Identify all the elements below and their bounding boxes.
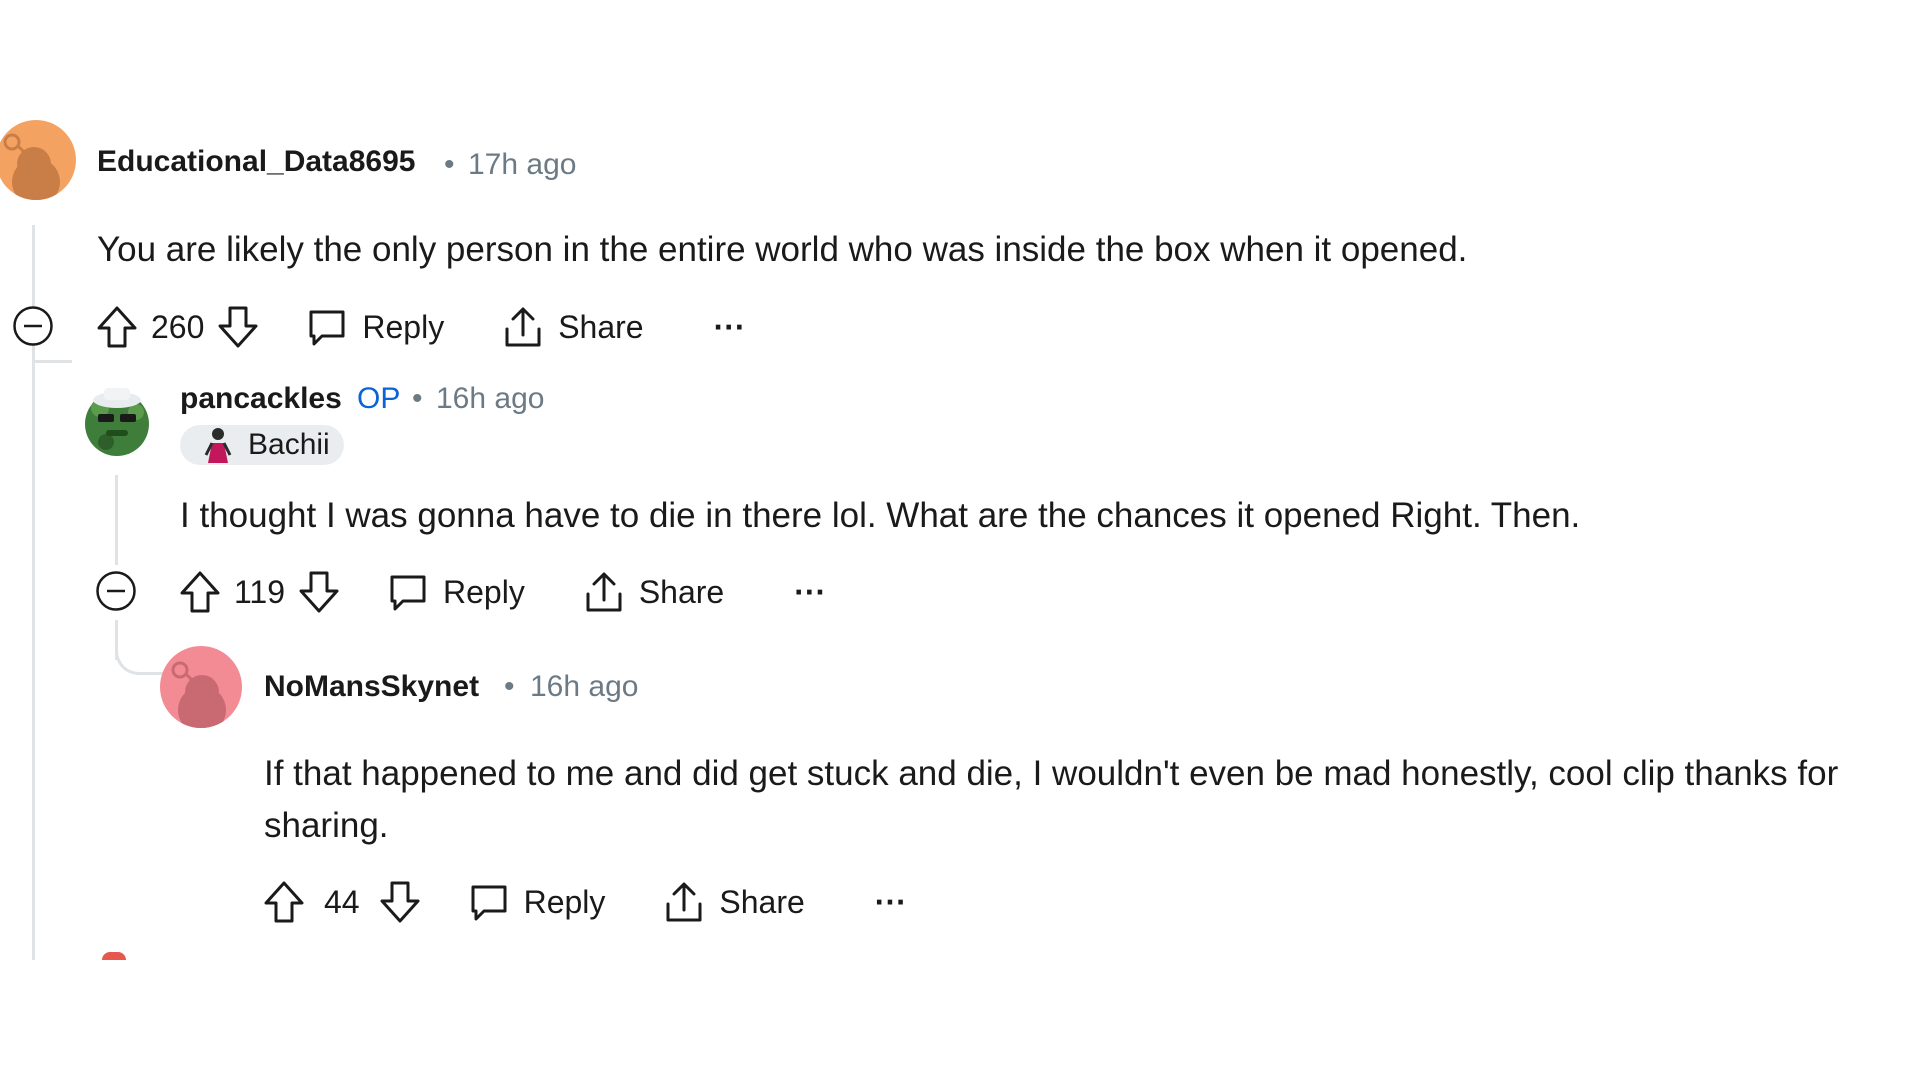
share-icon — [666, 882, 702, 922]
separator-dot: • — [444, 148, 455, 181]
downvote-icon[interactable] — [297, 569, 341, 615]
collapse-button[interactable] — [12, 305, 54, 347]
more-options-button[interactable]: ··· — [794, 574, 826, 611]
more-dots-icon: ··· — [713, 308, 746, 345]
timestamp[interactable]: 16h ago — [530, 670, 638, 704]
upvote-icon[interactable] — [178, 569, 222, 615]
comment-body-line-2: sharing. — [264, 806, 389, 845]
upvote-icon[interactable] — [262, 879, 306, 925]
more-dots-icon: ··· — [794, 573, 827, 610]
thread-line-pancackles — [115, 475, 118, 565]
share-icon — [505, 307, 541, 347]
upvote-icon[interactable] — [95, 304, 139, 350]
share-button[interactable]: Share — [502, 305, 644, 349]
reply-label: Reply — [443, 573, 525, 610]
share-label: Share — [638, 573, 725, 610]
separator-dot: • — [412, 382, 423, 415]
flair-figure-icon — [204, 428, 232, 463]
thread-line-branch-1 — [32, 360, 72, 363]
more-options-button[interactable]: ··· — [714, 309, 746, 346]
separator-dot: • — [504, 670, 515, 703]
action-bar: 119 Reply Share ··· — [178, 562, 826, 622]
reply-button[interactable]: Reply — [468, 881, 606, 923]
share-icon — [586, 572, 622, 612]
collapse-minus-icon — [96, 571, 136, 611]
action-bar: 44 Reply Share ··· — [262, 872, 907, 932]
share-label: Share — [719, 883, 805, 920]
downvote-icon[interactable] — [378, 879, 422, 925]
avatar[interactable] — [0, 120, 76, 200]
user-flair: Bachii — [180, 425, 344, 465]
avatar[interactable] — [160, 646, 242, 728]
comment-bubble-icon — [471, 885, 507, 921]
more-dots-icon: ··· — [874, 883, 907, 920]
downvote-icon[interactable] — [216, 304, 260, 350]
timestamp[interactable]: 17h ago — [468, 148, 576, 182]
comment-bubble-icon — [309, 310, 345, 346]
more-options-button[interactable]: ··· — [875, 884, 907, 921]
thread-curve-nomans — [115, 620, 164, 675]
collapse-button[interactable] — [95, 570, 137, 612]
vote-count: 119 — [234, 573, 286, 610]
share-button[interactable]: Share — [583, 570, 724, 614]
reply-label: Reply — [523, 883, 606, 920]
share-label: Share — [558, 308, 644, 345]
share-button[interactable]: Share — [663, 880, 805, 924]
reply-button[interactable]: Reply — [387, 571, 525, 613]
username[interactable]: pancackles — [180, 382, 342, 416]
timestamp[interactable]: 16h ago — [436, 382, 544, 416]
comment-body-line-1: If that happened to me and did get stuck… — [264, 754, 1839, 793]
collapse-minus-icon — [13, 306, 53, 346]
comment-body: I thought I was gonna have to die in the… — [180, 496, 1581, 535]
next-comment-avatar-partial — [102, 952, 126, 960]
avatar[interactable] — [76, 378, 158, 460]
username[interactable]: Educational_Data8695 — [97, 145, 415, 179]
vote-count: 44 — [324, 883, 360, 920]
op-badge: OP — [357, 382, 401, 415]
reply-label: Reply — [362, 308, 445, 345]
flair-label: Bachii — [248, 428, 330, 461]
comment-bubble-icon — [390, 575, 426, 611]
vote-count: 260 — [151, 308, 205, 345]
reply-button[interactable]: Reply — [306, 306, 444, 348]
username[interactable]: NoMansSkynet — [264, 670, 479, 704]
action-bar: 260 Reply Share ··· — [95, 297, 746, 357]
comment-body: You are likely the only person in the en… — [97, 230, 1468, 269]
